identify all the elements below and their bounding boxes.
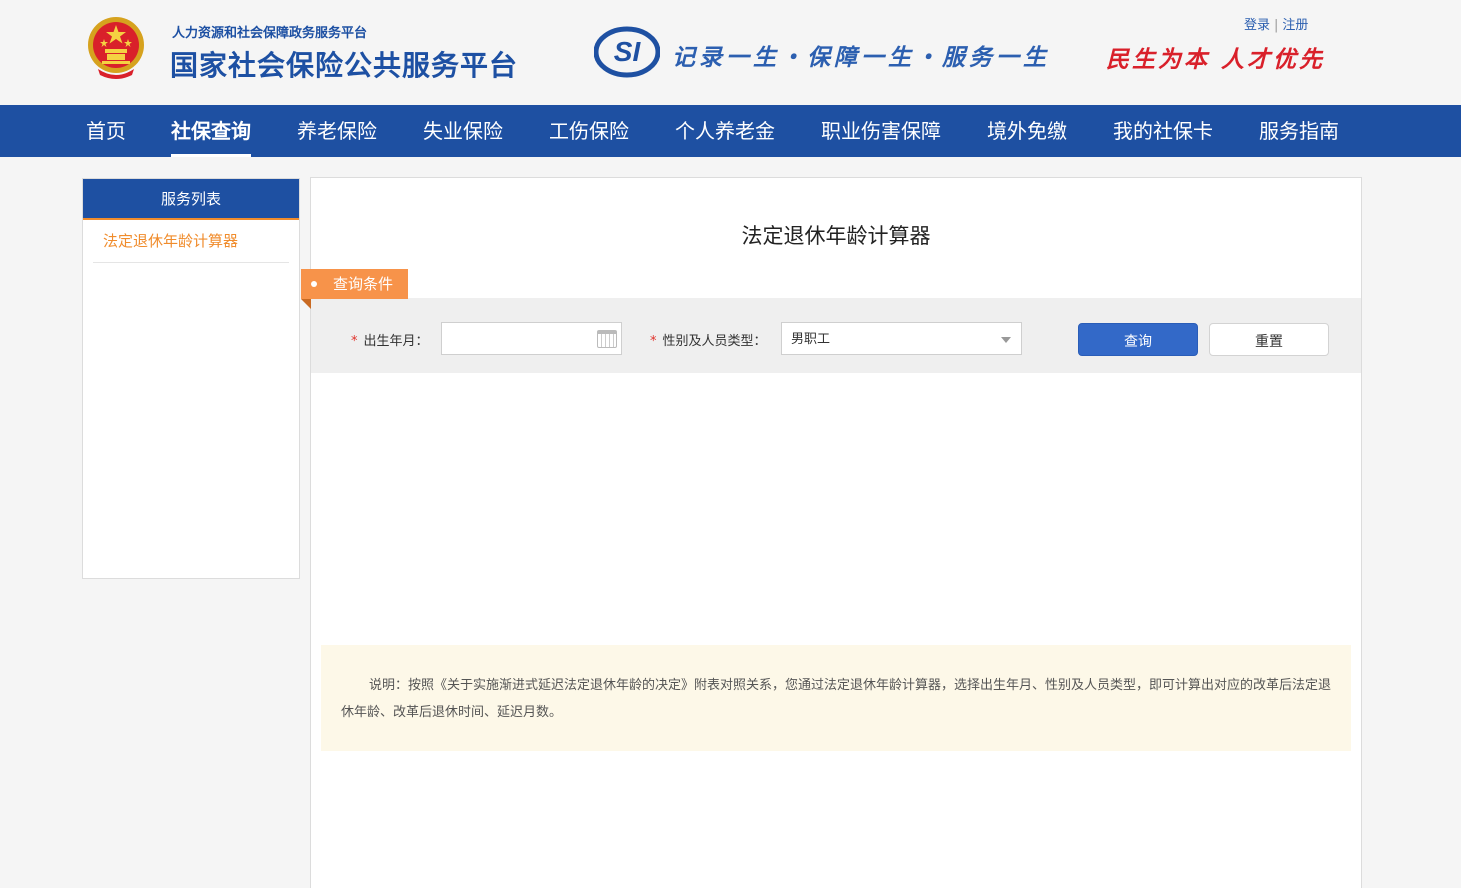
person-type-select[interactable]: 男职工 [781, 322, 1022, 355]
main-nav: 首页 社保查询 养老保险 失业保险 工伤保险 个人养老金 职业伤害保障 境外免缴… [0, 105, 1461, 157]
type-label-wrap: * 性别及人员类型： [650, 330, 767, 349]
required-mark: * [351, 334, 358, 349]
si-logo-text: SI [614, 36, 642, 67]
main-content: 法定退休年龄计算器 * 出生年月： * 性别及人员类型： 男职工 查询 重置 查询条… [301, 177, 1362, 888]
chevron-down-icon [1001, 337, 1011, 343]
register-link[interactable]: 注册 [1282, 18, 1308, 33]
nav-item-service-guide[interactable]: 服务指南 [1259, 105, 1339, 157]
calendar-icon[interactable] [597, 330, 617, 348]
nav-item-occupational-injury[interactable]: 职业伤害保障 [821, 105, 941, 157]
site-header: 人力资源和社会保障政务服务平台 国家社会保险公共服务平台 SI 记录一生・保障一… [0, 0, 1461, 105]
birth-label-wrap: * 出生年月： [351, 330, 429, 349]
type-label: 性别及人员类型： [662, 334, 767, 349]
red-slogan: 民生为本 人才优先 [1106, 46, 1326, 73]
platform-title: 国家社会保险公共服务平台 [170, 49, 519, 82]
nav-item-my-social-card[interactable]: 我的社保卡 [1113, 105, 1213, 157]
sidebar-item-retirement-calculator[interactable]: 法定退休年龄计算器 [93, 220, 289, 263]
nav-item-overseas-exemption[interactable]: 境外免缴 [987, 105, 1067, 157]
instructions-note: 说明：按照《关于实施渐进式延迟法定退休年龄的决定》附表对照关系，您通过法定退休年… [321, 645, 1351, 751]
auth-links: 登录 | 注册 [1244, 14, 1308, 33]
platform-subtitle: 人力资源和社会保障政务服务平台 [172, 26, 368, 41]
query-form: * 出生年月： * 性别及人员类型： 男职工 查询 重置 [311, 298, 1361, 373]
si-logo: SI [594, 26, 660, 78]
nav-item-personal-pension[interactable]: 个人养老金 [675, 105, 775, 157]
sidebar-title: 服务列表 [83, 179, 299, 220]
nav-item-work-injury-insurance[interactable]: 工伤保险 [549, 105, 629, 157]
required-mark: * [650, 334, 657, 349]
birth-date-input[interactable] [441, 322, 622, 355]
reset-button[interactable]: 重置 [1209, 323, 1329, 356]
slogan: 记录一生・保障一生・服务一生 [672, 44, 1050, 71]
query-button[interactable]: 查询 [1078, 323, 1198, 356]
nav-item-pension-insurance[interactable]: 养老保险 [297, 105, 377, 157]
login-link[interactable]: 登录 [1244, 18, 1270, 33]
nav-item-unemployment-insurance[interactable]: 失业保险 [423, 105, 503, 157]
page-title: 法定退休年龄计算器 [741, 224, 931, 248]
section-tag: 查询条件 [301, 269, 408, 309]
national-emblem-icon [88, 17, 144, 79]
service-sidebar: 服务列表 法定退休年龄计算器 [82, 178, 300, 579]
nav-item-home[interactable]: 首页 [86, 105, 126, 157]
auth-separator: | [1274, 18, 1279, 33]
birth-label: 出生年月： [363, 334, 429, 349]
person-type-value: 男职工 [791, 332, 831, 347]
nav-item-social-security-query[interactable]: 社保查询 [171, 105, 251, 157]
